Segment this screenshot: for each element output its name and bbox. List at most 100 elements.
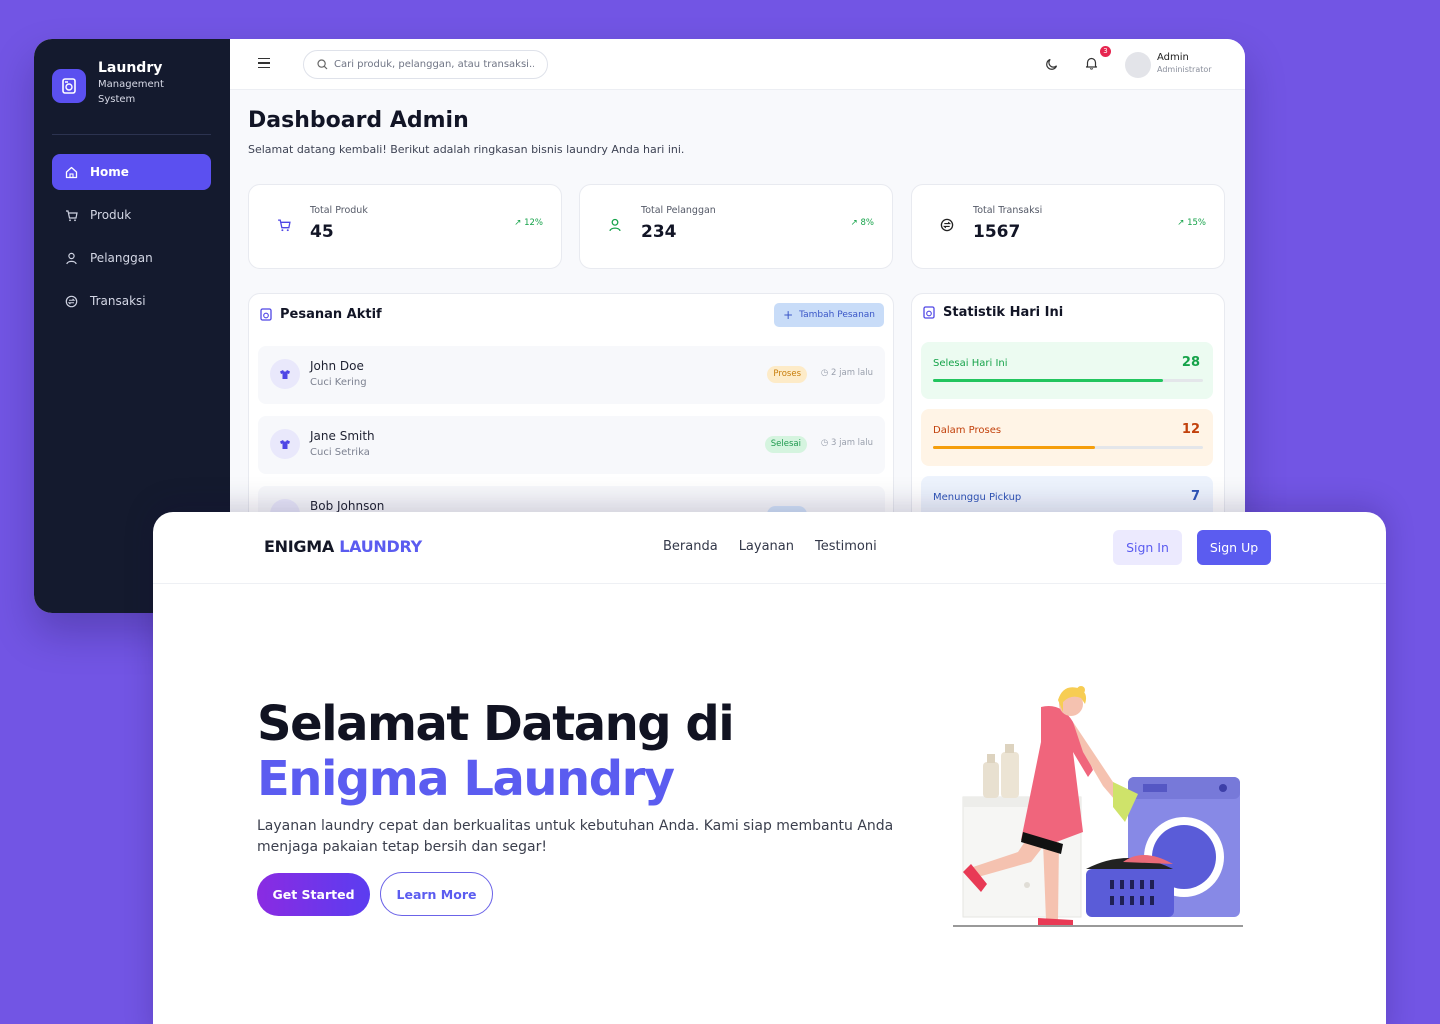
metric-completed: Selesai Hari Ini 28 — [921, 342, 1213, 399]
brand[interactable]: Laundry Management System — [52, 59, 164, 107]
shirt-icon — [270, 429, 300, 459]
user-info[interactable]: Admin Administrator — [1157, 52, 1212, 76]
status-badge: Selesai — [764, 436, 807, 453]
cart-icon — [64, 208, 78, 222]
brand-subtitle-line1: Management — [98, 79, 164, 90]
progress-track — [933, 379, 1203, 382]
trend-up-icon: ↗ — [850, 218, 861, 228]
panel-title: Statistik Hari Ini — [923, 305, 1063, 320]
customer-name: Bob Johnson — [310, 499, 385, 513]
hero-subtitle: Layanan laundry cepat dan berkualitas un… — [257, 818, 894, 855]
stat-card-transaksi: Total Transaksi 1567 ↗ 15% — [911, 184, 1225, 269]
order-row[interactable]: John Doe Cuci Kering Proses ◷ 2 jam lalu — [258, 346, 885, 404]
sidebar-divider — [52, 134, 211, 135]
trend-up-icon: ↗ — [514, 218, 525, 228]
logo-part1: ENIGMA — [264, 537, 334, 556]
stat-card-pelanggan: Total Pelanggan 234 ↗ 8% — [579, 184, 893, 269]
stat-trend: 8% — [860, 218, 875, 228]
learn-more-button[interactable]: Learn More — [380, 872, 493, 916]
stat-value: 45 — [310, 222, 334, 242]
stat-value: 234 — [641, 222, 677, 242]
laundry-illustration — [953, 686, 1243, 927]
status-badge: Proses — [767, 366, 807, 383]
cart-icon — [277, 217, 291, 236]
order-time-text: 2 jam lalu — [831, 368, 873, 378]
stat-card-produk: Total Produk 45 ↗ 12% — [248, 184, 562, 269]
logo[interactable]: ENIGMA LAUNDRY — [264, 537, 422, 556]
nav-link-beranda[interactable]: Beranda — [663, 539, 718, 554]
trend-up: ↗ 15% — [1177, 218, 1206, 228]
stat-trend: 12% — [524, 218, 543, 228]
user-icon — [608, 217, 622, 236]
exchange-icon — [940, 217, 954, 236]
customer-name: John Doe — [310, 359, 364, 373]
user-icon — [64, 251, 78, 265]
sidebar-item-home[interactable]: Home — [52, 154, 211, 190]
dark-mode-toggle-icon[interactable] — [1045, 57, 1059, 71]
stat-trend: 15% — [1187, 218, 1206, 228]
sign-up-button[interactable]: Sign Up — [1197, 530, 1271, 565]
order-time: ◷ 3 jam lalu — [821, 438, 873, 448]
add-order-button[interactable]: + Tambah Pesanan — [774, 303, 884, 327]
trend-up: ↗ 12% — [514, 218, 543, 228]
panel-title: Pesanan Aktif — [260, 307, 382, 322]
metric-label: Selesai Hari Ini — [933, 358, 1008, 369]
shirt-icon — [270, 359, 300, 389]
notification-badge: 3 — [1100, 46, 1111, 57]
hamburger-menu-icon[interactable] — [258, 58, 270, 68]
page-title: Dashboard Admin — [248, 108, 469, 133]
progress-fill — [933, 446, 1095, 449]
clock-icon: ◷ — [820, 438, 832, 448]
add-order-label: Tambah Pesanan — [799, 310, 875, 320]
clock-icon: ◷ — [820, 368, 832, 378]
metric-label: Dalam Proses — [933, 425, 1002, 436]
sidebar-item-pelanggan[interactable]: Pelanggan — [52, 240, 211, 276]
get-started-button[interactable]: Get Started — [257, 873, 370, 916]
customer-name: Jane Smith — [310, 429, 375, 443]
sidebar-item-transaksi[interactable]: Transaksi — [52, 283, 211, 319]
washing-machine-icon — [923, 306, 935, 319]
sidebar-nav: Home Produk Pelanggan Transaksi — [52, 154, 211, 326]
nav-link-testimoni[interactable]: Testimoni — [815, 539, 877, 554]
page-subtitle: Selamat datang kembali! Berikut adalah r… — [248, 143, 685, 156]
avatar[interactable] — [1125, 52, 1151, 78]
service-name: Cuci Kering — [310, 377, 367, 388]
stat-label: Total Produk — [310, 205, 368, 216]
progress-fill — [933, 379, 1163, 382]
metric-label: Menunggu Pickup — [933, 492, 1022, 503]
plus-icon: + — [783, 308, 794, 322]
home-icon — [64, 165, 78, 179]
landing-navbar: ENIGMA LAUNDRY Beranda Layanan Testimoni… — [153, 512, 1386, 584]
user-role: Administrator — [1157, 65, 1212, 74]
logo-part2: LAUNDRY — [339, 537, 422, 556]
hero-title-line1: Selamat Datang di — [257, 696, 735, 752]
metric-value: 7 — [1190, 489, 1200, 504]
sidebar-item-produk[interactable]: Produk — [52, 197, 211, 233]
order-time-text: 3 jam lalu — [831, 438, 873, 448]
service-name: Cuci Setrika — [310, 447, 370, 458]
brand-title: Laundry — [98, 60, 163, 76]
sidebar-item-label: Produk — [90, 208, 132, 222]
order-row[interactable]: Jane Smith Cuci Setrika Selesai ◷ 3 jam … — [258, 416, 885, 474]
exchange-icon — [64, 294, 78, 308]
stat-label: Total Transaksi — [973, 205, 1043, 216]
stat-label: Total Pelanggan — [641, 205, 716, 216]
brand-subtitle-line2: System — [98, 94, 136, 105]
metric-value: 28 — [1181, 355, 1200, 370]
topbar: 3 Admin Administrator — [230, 39, 1245, 90]
stat-value: 1567 — [973, 222, 1021, 242]
sidebar-item-label: Pelanggan — [90, 251, 153, 265]
washing-machine-icon — [260, 308, 272, 321]
order-time: ◷ 2 jam lalu — [821, 368, 873, 378]
panel-title-text: Pesanan Aktif — [280, 307, 382, 322]
progress-track — [933, 446, 1203, 449]
nav-link-layanan[interactable]: Layanan — [739, 539, 794, 554]
metric-in-progress: Dalam Proses 12 — [921, 409, 1213, 466]
sidebar-item-label: Home — [90, 165, 129, 179]
sign-in-button[interactable]: Sign In — [1113, 530, 1182, 565]
sidebar-item-label: Transaksi — [90, 294, 146, 308]
bell-icon[interactable] — [1085, 56, 1098, 70]
trend-up: ↗ 8% — [851, 218, 874, 228]
search-input[interactable] — [334, 59, 534, 70]
trend-up-icon: ↗ — [1177, 218, 1188, 228]
